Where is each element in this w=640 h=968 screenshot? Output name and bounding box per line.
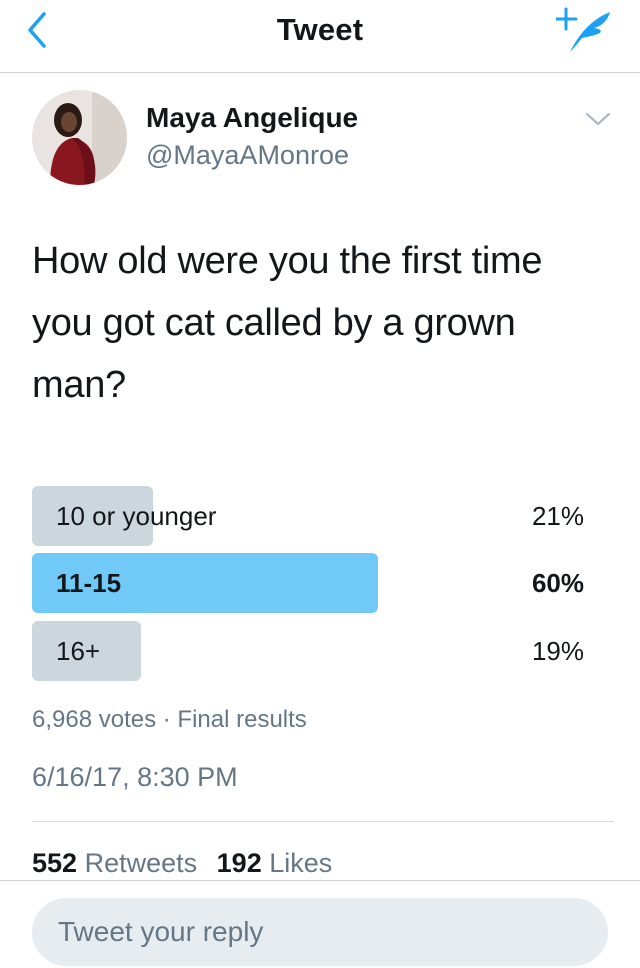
compose-tweet-icon (554, 7, 610, 52)
profile-photo (32, 90, 127, 185)
divider (32, 821, 614, 822)
tweet-options-button[interactable] (584, 108, 612, 130)
retweets-stat[interactable]: 552 Retweets (32, 848, 197, 879)
avatar[interactable] (32, 90, 127, 185)
retweets-label: Retweets (84, 848, 198, 878)
poll-option[interactable]: 11-15 60% (32, 553, 608, 613)
engagement-stats: 552 Retweets 192 Likes (32, 848, 344, 879)
poll-option[interactable]: 10 or younger 21% (32, 486, 608, 546)
poll-votes-summary: 6,968 votes · Final results (32, 706, 307, 733)
chevron-down-icon (585, 112, 611, 126)
likes-stat[interactable]: 192 Likes (217, 848, 333, 879)
poll-option[interactable]: 16+ 19% (32, 621, 608, 681)
reply-input[interactable] (32, 898, 608, 966)
page-title: Tweet (276, 12, 364, 47)
top-nav-bar: Tweet (0, 0, 640, 73)
tweet-timestamp: 6/16/17, 8:30 PM (32, 762, 238, 792)
author-handle[interactable]: @MayaAMonroe (146, 140, 349, 171)
divider (0, 880, 640, 881)
likes-count: 192 (216, 848, 262, 878)
retweets-count: 552 (32, 848, 78, 878)
author-display-name[interactable]: Maya Angelique (146, 102, 358, 134)
reply-box (32, 898, 608, 966)
tweet-text: How old were you the first time you got … (32, 240, 543, 406)
poll-option-label: 11-15 (56, 568, 122, 598)
poll-option-percent: 21% (531, 501, 584, 531)
poll-option-label: 10 or younger (56, 501, 217, 531)
poll-option-label: 16+ (56, 636, 101, 666)
compose-tweet-button[interactable] (554, 6, 612, 56)
poll-option-percent: 19% (531, 636, 584, 666)
likes-label: Likes (269, 848, 333, 878)
poll-option-percent: 60% (531, 568, 584, 598)
